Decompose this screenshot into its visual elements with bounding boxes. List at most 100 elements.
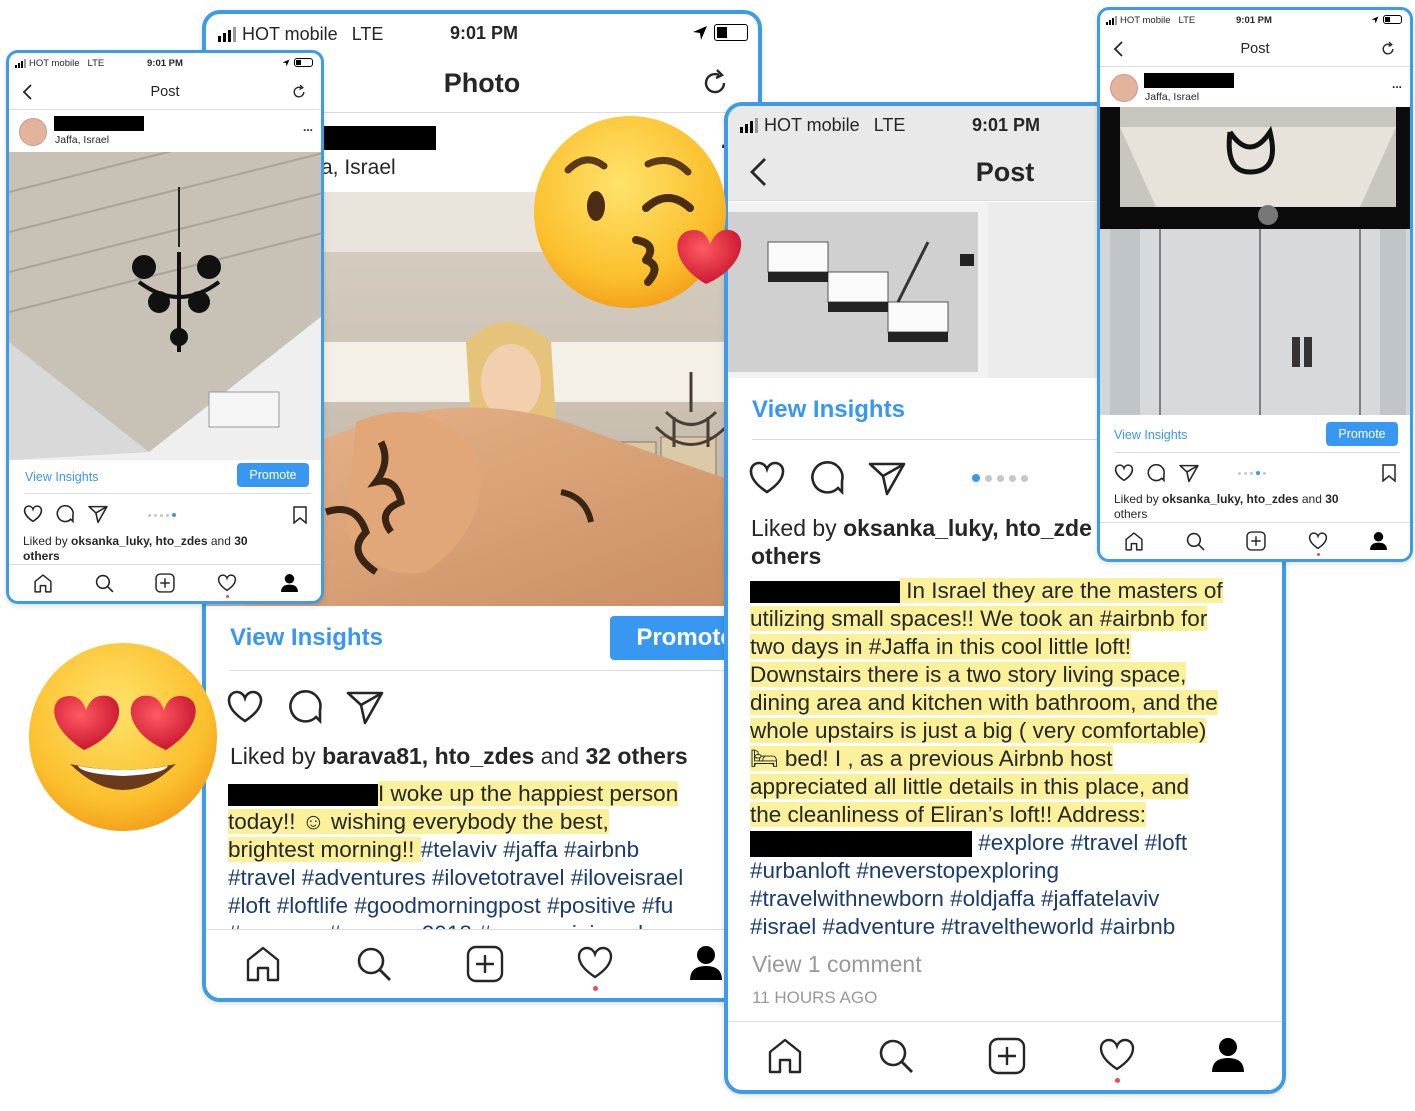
comment-icon[interactable] <box>288 690 324 726</box>
profile-icon[interactable] <box>688 944 724 982</box>
promote-button[interactable]: Promote <box>1326 422 1398 446</box>
carousel-dots <box>972 474 1028 482</box>
signal-icon <box>1106 16 1117 25</box>
page-title: Photo <box>443 67 521 98</box>
view-comments-link[interactable]: View 1 comment <box>752 951 922 978</box>
add-icon[interactable] <box>988 1037 1026 1075</box>
view-insights-link[interactable]: View Insights <box>752 396 905 424</box>
redacted-username <box>1144 73 1234 88</box>
post-photo[interactable] <box>9 152 321 460</box>
heart-eyes-emoji <box>29 643 217 831</box>
heart-icon[interactable] <box>1114 464 1134 482</box>
location-arrow-icon <box>282 59 290 66</box>
liked-count[interactable]: 30 <box>234 534 247 548</box>
search-icon[interactable] <box>95 574 114 593</box>
profile-icon[interactable] <box>1369 531 1388 551</box>
home-icon[interactable] <box>766 1038 804 1074</box>
notification-dot <box>1317 553 1320 556</box>
bookmark-icon[interactable] <box>293 506 307 524</box>
activity-icon[interactable] <box>217 574 237 592</box>
tab-bar <box>1100 522 1410 559</box>
tab-bar <box>9 564 321 601</box>
tab-bar <box>728 1021 1282 1090</box>
profile-icon[interactable] <box>280 573 299 593</box>
page-title: Post <box>975 156 1035 187</box>
back-icon[interactable] <box>21 84 33 100</box>
battery-icon <box>1383 15 1402 24</box>
avatar[interactable] <box>1110 74 1138 102</box>
clock: 9:01 PM <box>450 23 519 43</box>
comment-icon[interactable] <box>1147 464 1166 483</box>
liked-users[interactable]: oksanka_luky, hto_zdes <box>71 534 208 548</box>
refresh-icon[interactable] <box>291 84 307 100</box>
network-label: LTE <box>351 24 384 44</box>
location-arrow-icon <box>693 25 707 40</box>
search-icon[interactable] <box>356 946 392 982</box>
tab-bar <box>206 929 758 998</box>
search-icon[interactable] <box>1186 532 1205 551</box>
share-icon[interactable] <box>1179 464 1199 483</box>
add-icon[interactable] <box>466 945 504 983</box>
activity-icon[interactable] <box>576 946 614 980</box>
post-photo[interactable] <box>1100 107 1410 415</box>
post-caption: In Israel they are the masters of utiliz… <box>750 577 1282 953</box>
home-icon[interactable] <box>244 946 282 982</box>
more-icon[interactable]: ... <box>303 120 313 134</box>
bookmark-icon[interactable] <box>1382 464 1396 482</box>
liked-by: Liked by barava81, hto_zdes and 32 other… <box>230 743 688 769</box>
liked-users[interactable]: barava81, hto_zdes <box>322 743 534 769</box>
post-caption: I woke up the happiest person today!! ☺ … <box>228 781 684 932</box>
battery-icon <box>714 24 748 41</box>
clock: 9:01 PM <box>1236 15 1272 26</box>
refresh-icon[interactable] <box>700 68 730 98</box>
notification-dot <box>1115 1078 1120 1083</box>
nav-bar: Post <box>9 75 321 110</box>
liked-users[interactable]: oksanka_luky, hto_zde <box>843 515 1092 541</box>
home-icon[interactable] <box>1124 532 1144 551</box>
liked-users[interactable]: oksanka_luky, hto_zdes <box>1162 492 1299 506</box>
back-icon[interactable] <box>748 157 768 187</box>
activity-icon[interactable] <box>1098 1038 1136 1072</box>
search-icon[interactable] <box>878 1038 914 1074</box>
location-label: Jaffa, Israel <box>55 134 110 146</box>
heart-icon[interactable] <box>226 690 264 724</box>
liked-count[interactable]: 32 others <box>585 743 687 769</box>
redacted-username <box>54 116 144 131</box>
view-insights-link[interactable]: View Insights <box>1114 428 1187 442</box>
home-icon[interactable] <box>33 574 53 593</box>
share-icon[interactable] <box>346 690 384 726</box>
activity-icon[interactable] <box>1308 532 1328 550</box>
share-icon[interactable] <box>868 461 906 497</box>
profile-icon[interactable] <box>1210 1036 1246 1074</box>
page-title: Post <box>1240 41 1270 57</box>
bed-emoji: 🛏 <box>750 746 779 771</box>
carrier-label: HOT mobile <box>1120 15 1171 26</box>
network-label: LTE <box>873 115 906 135</box>
more-icon[interactable]: ... <box>1392 77 1402 91</box>
comment-icon[interactable] <box>56 505 75 524</box>
kiss-emoji <box>534 116 742 308</box>
heart-icon[interactable] <box>748 461 786 495</box>
liked-by: Liked by oksanka_luky, hto_zdes and 30 ot… <box>23 534 248 563</box>
liked-count[interactable]: 30 <box>1325 492 1338 506</box>
signal-icon <box>15 59 26 68</box>
divider <box>25 493 311 494</box>
heart-icon[interactable] <box>23 505 43 523</box>
page-title: Post <box>150 84 180 100</box>
promote-button[interactable]: Promote <box>237 463 309 487</box>
comment-icon[interactable] <box>810 461 846 497</box>
divider <box>1114 452 1400 453</box>
refresh-icon[interactable] <box>1380 41 1396 57</box>
divider <box>230 670 758 671</box>
add-icon[interactable] <box>155 573 175 593</box>
signal-icon <box>218 27 236 42</box>
avatar[interactable] <box>19 118 47 146</box>
view-insights-link[interactable]: View Insights <box>230 624 383 652</box>
back-icon[interactable] <box>1112 41 1124 57</box>
add-icon[interactable] <box>1246 531 1266 551</box>
liked-by: Liked by oksanka_luky, hto_zdes and 30 ot… <box>1114 492 1339 521</box>
view-insights-link[interactable]: View Insights <box>25 470 98 484</box>
location-arrow-icon <box>1371 16 1379 23</box>
share-icon[interactable] <box>88 505 108 524</box>
location-label: a, Israel <box>321 156 396 179</box>
